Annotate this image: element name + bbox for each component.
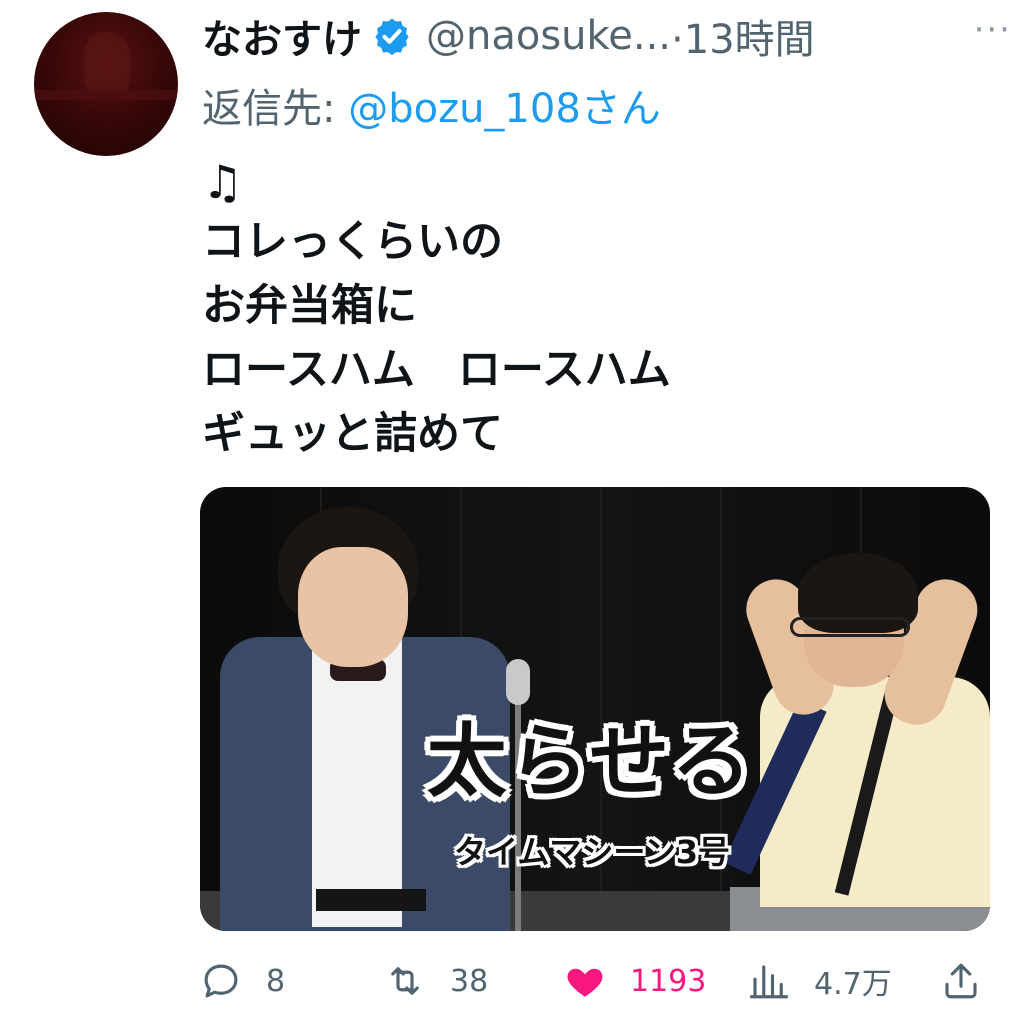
tweet-actions: 8 38 1193 4.7万: [200, 956, 1000, 1006]
tweet-line: コレっくらいの: [202, 217, 503, 267]
reply-count: 8: [266, 963, 286, 999]
retweet-icon: [391, 967, 419, 995]
views-icon: [749, 965, 789, 999]
performer-left-face: [298, 547, 408, 667]
tweet-line: ロースハム ロースハム: [202, 345, 671, 395]
tweet-line: お弁当箱に: [202, 281, 417, 331]
reply-mention-link[interactable]: @bozu_108さん: [348, 86, 661, 132]
views-count: 4.7万: [814, 967, 892, 1002]
retweet-count: 38: [450, 963, 489, 999]
tweet-time[interactable]: ·13時間: [671, 7, 815, 65]
verified-badge-icon: [372, 16, 412, 56]
more-icon[interactable]: ···: [974, 10, 1012, 50]
like-button[interactable]: 1193: [564, 956, 706, 1006]
reply-to: 返信先: @bozu_108さん: [202, 76, 661, 134]
author-name[interactable]: なおすけ: [202, 7, 362, 65]
reply-label: 返信先:: [202, 86, 349, 132]
avatar[interactable]: [34, 12, 178, 156]
share-button[interactable]: [940, 956, 982, 1006]
media-title: 太らせる: [426, 715, 754, 808]
tweet-header: なおすけ @naosuke... ·13時間: [202, 8, 1004, 64]
media-subtitle: タイムマシーン3号: [453, 833, 731, 871]
share-icon: [945, 963, 977, 999]
retweet-button[interactable]: 38: [384, 956, 488, 1006]
music-note-icon: ♫: [202, 155, 244, 209]
reply-icon: [204, 964, 238, 998]
avatar-band: [34, 90, 178, 100]
author-handle[interactable]: @naosuke...: [426, 13, 671, 59]
tweet-line: ギュッと詰めて: [202, 409, 503, 459]
performer-left-belt: [316, 889, 426, 911]
like-count: 1193: [630, 963, 707, 999]
tweet-text: ♫ コレっくらいの お弁当箱に ロースハム ロースハム ギュッと詰めて: [202, 150, 671, 466]
views-button[interactable]: 4.7万: [748, 956, 892, 1006]
avatar-figure: [84, 32, 130, 92]
reply-button[interactable]: 8: [200, 956, 285, 1006]
tweet-media-image[interactable]: 太らせる タイムマシーン3号: [200, 487, 990, 931]
performer-right-glasses: [790, 617, 910, 637]
like-icon: [567, 968, 603, 997]
